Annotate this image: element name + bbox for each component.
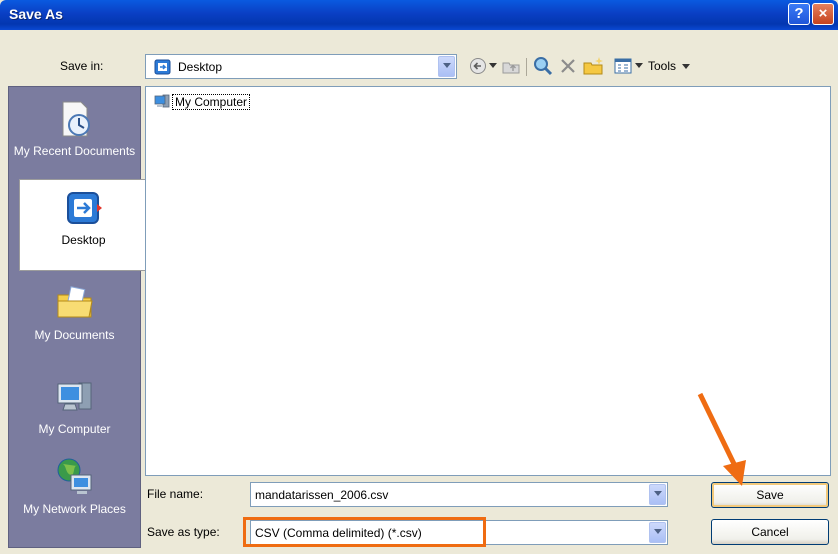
window-title: Save As: [9, 6, 63, 22]
place-my-computer[interactable]: My Computer: [9, 377, 140, 437]
back-arrow-icon: [470, 58, 486, 74]
chevron-down-icon: [635, 63, 643, 68]
save-as-type-dropdown[interactable]: CSV (Comma delimited) (*.csv): [250, 520, 668, 545]
views-button[interactable]: [612, 55, 634, 77]
up-folder-icon: [502, 62, 520, 74]
new-folder-icon: [583, 57, 603, 75]
delete-icon: [561, 59, 575, 73]
desktop-icon: [154, 59, 171, 75]
help-button[interactable]: ?: [788, 3, 810, 25]
chevron-down-icon: [489, 63, 497, 68]
tools-label: Tools: [648, 59, 677, 73]
views-dropdown[interactable]: [633, 55, 645, 77]
search-icon: [534, 57, 553, 76]
place-label: My Computer: [38, 422, 111, 436]
delete-button[interactable]: [557, 55, 579, 77]
network-places-icon: [57, 458, 91, 494]
file-name-field[interactable]: mandatarissen_2006.csv: [250, 482, 668, 507]
tools-menu[interactable]: Tools: [648, 59, 691, 73]
file-name-value: mandatarissen_2006.csv: [255, 488, 389, 502]
chevron-down-icon[interactable]: [649, 522, 666, 543]
place-label: My Documents: [34, 328, 115, 342]
chevron-down-icon[interactable]: [438, 56, 455, 77]
search-web-button[interactable]: [532, 55, 554, 77]
place-desktop[interactable]: Desktop: [19, 179, 148, 271]
close-button[interactable]: ×: [812, 3, 834, 25]
my-documents-icon: [57, 286, 93, 318]
title-bar[interactable]: Save As ? ×: [0, 0, 838, 30]
back-dropdown[interactable]: [487, 55, 499, 77]
back-button[interactable]: [467, 55, 489, 77]
place-recent-documents[interactable]: My Recent Documents: [9, 99, 140, 159]
cancel-button[interactable]: Cancel: [711, 519, 829, 545]
new-folder-button[interactable]: [583, 55, 605, 77]
place-label: Desktop: [61, 233, 106, 247]
annotation-arrow-icon: [697, 392, 746, 486]
chevron-down-icon[interactable]: [649, 484, 666, 505]
views-icon: [614, 58, 632, 74]
place-network-places[interactable]: My Network Places: [9, 457, 140, 517]
save-in-dropdown[interactable]: Desktop: [145, 54, 457, 79]
list-item-label: My Computer: [172, 94, 251, 110]
my-computer-icon: [154, 94, 170, 108]
chevron-down-icon: [682, 64, 691, 69]
recent-documents-icon: [62, 101, 90, 137]
list-item[interactable]: My Computer: [154, 93, 251, 110]
save-as-type-label: Save as type:: [147, 525, 220, 539]
file-name-label: File name:: [147, 487, 204, 501]
place-label: My Network Places: [23, 502, 126, 516]
places-bar: My Recent Documents Desktop My Documents: [8, 86, 148, 548]
save-as-type-value: CSV (Comma delimited) (*.csv): [255, 526, 422, 540]
save-as-dialog: Save As ? × Save in: Desktop Tools My Re…: [0, 0, 838, 554]
toolbar-separator: [526, 58, 527, 76]
place-my-documents[interactable]: My Documents: [9, 283, 140, 343]
my-computer-icon: [57, 382, 91, 411]
up-folder-button[interactable]: [500, 55, 522, 77]
save-in-value: Desktop: [178, 60, 223, 74]
save-in-label: Save in:: [60, 59, 104, 73]
place-label: My Recent Documents: [13, 144, 136, 158]
desktop-icon: [66, 192, 102, 224]
